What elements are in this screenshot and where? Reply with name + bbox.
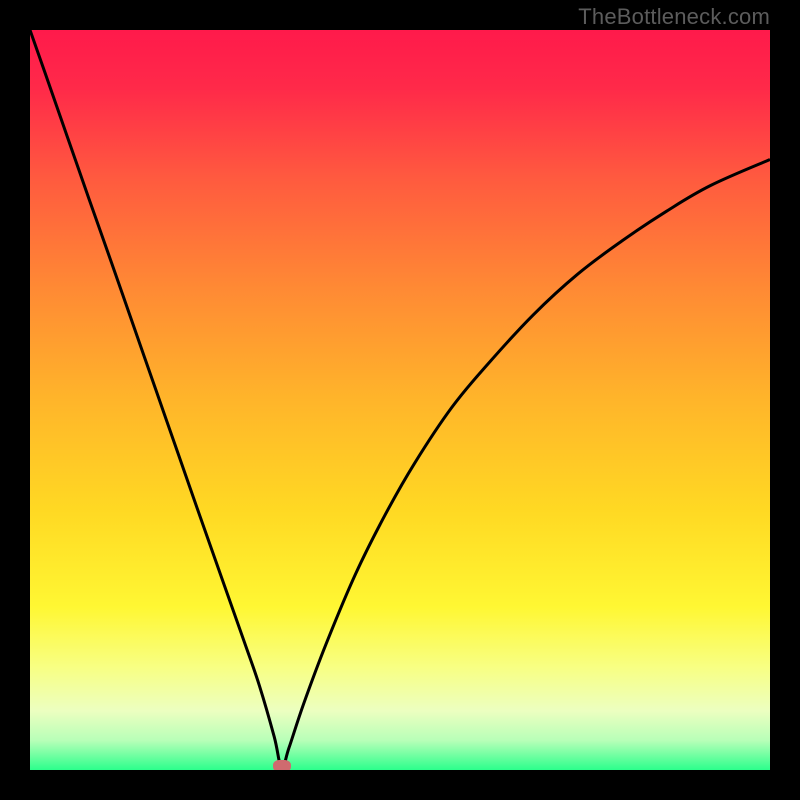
optimal-point-marker: [273, 760, 291, 770]
bottleneck-curve: [30, 30, 770, 770]
watermark-text: TheBottleneck.com: [578, 4, 770, 30]
chart-frame: TheBottleneck.com: [0, 0, 800, 800]
plot-area: [30, 30, 770, 770]
